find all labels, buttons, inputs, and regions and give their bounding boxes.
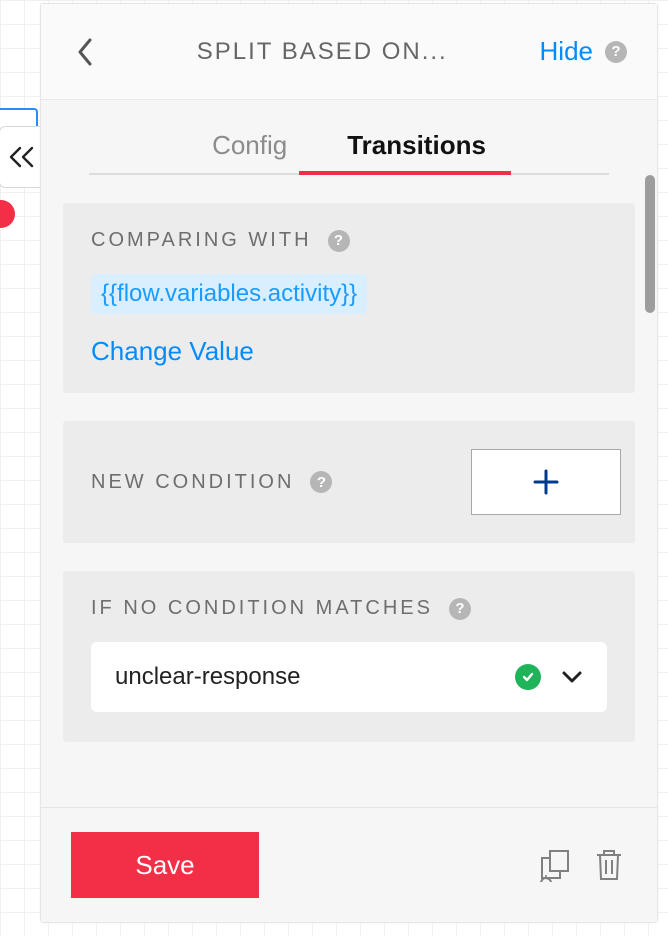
scroll-content: COMPARING WITH ? {{flow.variables.activi… [41, 175, 657, 762]
scroll-area: COMPARING WITH ? {{flow.variables.activi… [41, 175, 657, 807]
help-icon[interactable]: ? [605, 41, 627, 63]
select-indicators [515, 664, 583, 690]
comparing-label: COMPARING WITH [91, 229, 312, 252]
comparing-card: COMPARING WITH ? {{flow.variables.activi… [63, 203, 635, 393]
duplicate-button[interactable] [537, 847, 573, 883]
check-circle-icon [515, 664, 541, 690]
panel-header: SPLIT BASED ON... Hide ? [41, 4, 657, 100]
help-icon[interactable]: ? [310, 471, 332, 493]
chevron-down-icon [561, 670, 583, 684]
help-icon[interactable]: ? [328, 230, 350, 252]
save-button[interactable]: Save [71, 832, 259, 898]
plus-icon [531, 467, 561, 497]
duplicate-icon [538, 848, 572, 882]
hide-group: Hide ? [540, 36, 627, 67]
scrollbar-thumb[interactable] [645, 175, 655, 313]
select-value: unclear-response [115, 663, 300, 691]
tab-transitions[interactable]: Transitions [347, 130, 486, 173]
new-condition-card: NEW CONDITION ? [63, 421, 635, 543]
help-icon[interactable]: ? [449, 598, 471, 620]
tabs: Config Transitions [41, 100, 657, 173]
panel-footer: Save [41, 807, 657, 922]
new-condition-label: NEW CONDITION [91, 471, 294, 494]
no-match-label: IF NO CONDITION MATCHES [91, 597, 433, 620]
hide-link[interactable]: Hide [540, 36, 593, 67]
chevrons-left-icon [7, 145, 37, 169]
change-value-link[interactable]: Change Value [91, 336, 607, 367]
inspector-panel: SPLIT BASED ON... Hide ? Config Transiti… [40, 3, 658, 923]
variable-chip[interactable]: {{flow.variables.activity}} [91, 274, 367, 314]
no-match-card: IF NO CONDITION MATCHES ? unclear-respon… [63, 571, 635, 742]
chevron-left-icon [76, 37, 94, 67]
no-match-select[interactable]: unclear-response [91, 642, 607, 712]
delete-button[interactable] [591, 847, 627, 883]
back-button[interactable] [65, 32, 105, 72]
footer-actions [537, 847, 627, 883]
trash-icon [594, 847, 624, 883]
add-condition-button[interactable] [471, 449, 621, 515]
tab-config[interactable]: Config [212, 130, 287, 173]
collapse-handle[interactable] [0, 126, 43, 188]
panel-title: SPLIT BASED ON... [105, 38, 540, 66]
